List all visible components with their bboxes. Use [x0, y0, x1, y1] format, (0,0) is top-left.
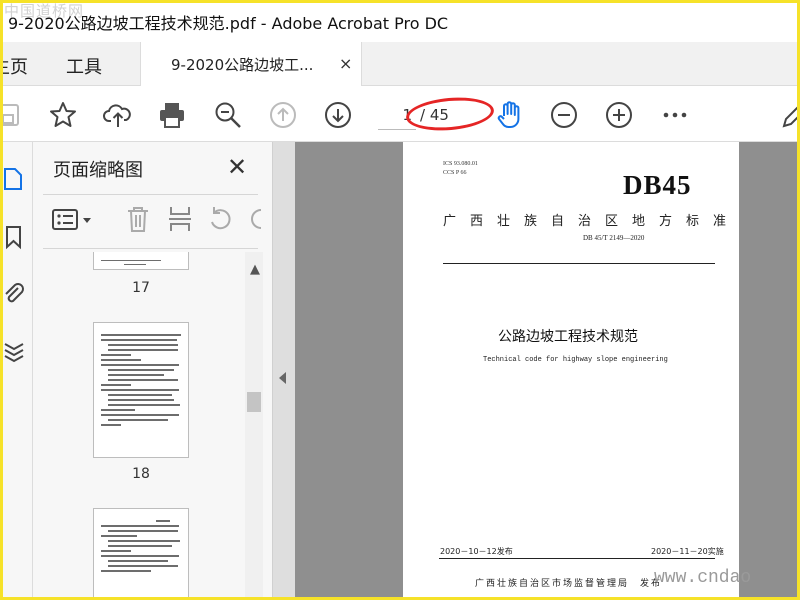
- standard-code: DB45: [623, 170, 692, 200]
- attachments-icon[interactable]: [2, 280, 26, 306]
- zoom-out-icon[interactable]: [549, 100, 579, 130]
- tab-tools[interactable]: 工具: [66, 53, 102, 79]
- thumbnail-page-number: 17: [132, 280, 150, 296]
- hand-tool-icon[interactable]: [495, 100, 525, 130]
- watermark-bottom: www.cndao: [654, 568, 752, 588]
- scrollbar-thumb[interactable]: [247, 392, 261, 412]
- main-toolbar: 1 / 45: [0, 86, 800, 142]
- next-page-icon[interactable]: [323, 100, 353, 130]
- thumbnail-scrollbar[interactable]: [245, 252, 263, 600]
- save-icon[interactable]: [0, 100, 24, 130]
- thumbnail-options-icon[interactable]: [51, 206, 99, 234]
- tab-bar: 主页 工具 9-2020公路边坡工... ×: [0, 42, 800, 86]
- standard-number: DB 45/T 2149—2020: [583, 234, 645, 242]
- document-title-en: Technical code for highway slope enginee…: [483, 356, 668, 364]
- divider: [43, 248, 258, 249]
- page-thumbnail[interactable]: [93, 252, 189, 270]
- tab-document[interactable]: 9-2020公路边坡工... ×: [140, 42, 362, 86]
- panel-close-button[interactable]: ✕: [227, 153, 247, 181]
- document-title-cn: 公路边坡工程技术规范: [498, 329, 638, 345]
- issue-date: 2020－10－12发布: [440, 547, 513, 556]
- window-title: 9-2020公路边坡工程技术规范.pdf - Adobe Acrobat Pro…: [8, 14, 449, 33]
- divider: [43, 194, 258, 195]
- zoom-in-icon[interactable]: [604, 100, 634, 130]
- thumbnail-page-number: 18: [132, 466, 150, 482]
- tab-document-label: 9-2020公路边坡工...: [171, 56, 314, 74]
- issuing-authority: 广西壮族自治区市场监督管理局 发布: [475, 579, 663, 589]
- implementation-date: 2020－11－20实施: [651, 547, 724, 556]
- cloud-upload-icon[interactable]: [103, 100, 133, 130]
- print-icon[interactable]: [157, 100, 187, 130]
- ccs-line: CCS P 66: [443, 170, 467, 176]
- thumbnail-list: 17 18: [33, 252, 265, 600]
- page-thumbnails-panel: 页面缩略图 ✕ 17 18: [33, 142, 273, 600]
- navigation-rail: [0, 142, 33, 600]
- thumbnail-toolbar: [43, 200, 268, 240]
- footer-rule: [439, 558, 715, 559]
- extract-page-icon[interactable]: [165, 204, 195, 234]
- bookmark-star-icon[interactable]: [48, 100, 78, 130]
- page-thumbnail[interactable]: [93, 508, 189, 600]
- page-thumbnail[interactable]: [93, 322, 189, 458]
- panel-title: 页面缩略图: [53, 160, 143, 181]
- ics-code: ICS 93.080.01 CCS P 66: [443, 160, 478, 178]
- edit-pdf-icon[interactable]: [780, 100, 800, 130]
- tab-close-button[interactable]: ×: [339, 54, 352, 73]
- pdf-page: ICS 93.080.01 CCS P 66 DB45 广西壮族自治区地方标准 …: [403, 142, 739, 600]
- page-thumbnails-icon[interactable]: [2, 166, 26, 192]
- scroll-up-arrow[interactable]: ▲: [250, 262, 260, 277]
- title-bar: 中国道桥网 9-2020公路边坡工程技术规范.pdf - Adobe Acrob…: [0, 0, 800, 42]
- header-rule: [443, 263, 715, 264]
- undo-icon[interactable]: [205, 204, 235, 234]
- ics-line: ICS 93.080.01: [443, 161, 478, 167]
- previous-page-icon[interactable]: [268, 100, 298, 130]
- collapse-panel-handle[interactable]: [273, 142, 295, 600]
- standard-type: 广西壮族自治区地方标准: [443, 214, 741, 229]
- layers-icon[interactable]: [2, 338, 26, 364]
- collapse-arrow-icon: [279, 372, 286, 384]
- more-tools-icon[interactable]: [660, 100, 690, 130]
- zoom-search-icon[interactable]: [213, 100, 243, 130]
- redo-icon[interactable]: [247, 204, 267, 234]
- bookmarks-icon[interactable]: [2, 224, 26, 250]
- delete-page-icon[interactable]: [123, 204, 153, 234]
- tab-home[interactable]: 主页: [0, 53, 28, 79]
